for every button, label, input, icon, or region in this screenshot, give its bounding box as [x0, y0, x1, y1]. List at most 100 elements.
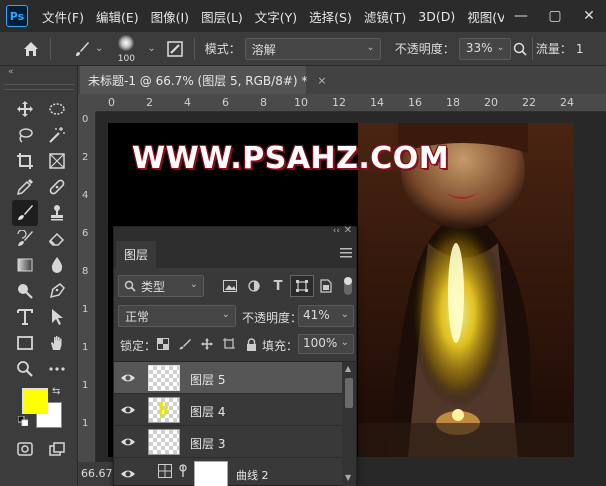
ruler-origin[interactable]	[78, 94, 96, 112]
layer-opacity-field[interactable]: 41% ⌄	[298, 305, 354, 327]
home-icon[interactable]	[18, 36, 44, 62]
gradient-icon[interactable]	[12, 252, 38, 278]
brush-settings-icon[interactable]	[162, 36, 188, 62]
type-icon[interactable]	[12, 304, 38, 330]
rectangle-icon[interactable]	[12, 330, 38, 356]
brush-preset-icon[interactable]	[69, 36, 95, 62]
chevron-down-icon: ⌄	[366, 41, 375, 53]
menu-layer[interactable]: 图层(L)	[195, 7, 249, 26]
layer-filter-select[interactable]: 类型 ⌄	[118, 275, 204, 297]
mode-select[interactable]: 溶解 ⌄	[244, 37, 381, 60]
pressure-opacity-icon[interactable]	[511, 36, 529, 62]
layer-row[interactable]: 图层 3	[114, 426, 342, 458]
menu-select[interactable]: 选择(S)	[303, 7, 358, 26]
minimize-button[interactable]: —	[504, 0, 538, 32]
panel-grip[interactable]	[4, 84, 74, 90]
quick-mask-icon[interactable]	[12, 436, 38, 462]
horizontal-ruler[interactable]: 0 2 4 6 8 10 12 14 16 18 20 22 24	[96, 94, 606, 112]
ruler-label: 10	[294, 96, 308, 109]
dodge-icon[interactable]	[12, 278, 38, 304]
panel-header-strip[interactable]: ‹‹ ✕	[114, 225, 356, 240]
blend-mode-value: 正常	[125, 310, 150, 324]
collapse-panel-icon[interactable]: ‹‹	[333, 226, 340, 236]
ruler-label: 4	[82, 190, 89, 201]
brush-icon[interactable]	[12, 200, 38, 226]
healing-icon[interactable]	[44, 174, 70, 200]
blur-icon[interactable]	[44, 252, 70, 278]
fill-field[interactable]: 100% ⌄	[298, 334, 354, 354]
eye-icon[interactable]	[120, 435, 136, 449]
eye-icon[interactable]	[120, 403, 136, 417]
collapse-icon[interactable]: «	[8, 67, 14, 77]
scroll-down-icon[interactable]: ▼	[345, 473, 351, 482]
close-window-button[interactable]: ✕	[572, 0, 606, 32]
eye-icon[interactable]	[120, 371, 136, 385]
chevron-down-icon[interactable]: ⌄	[95, 43, 103, 54]
history-brush-icon[interactable]	[12, 226, 38, 252]
menu-image[interactable]: 图像(I)	[145, 7, 195, 26]
hand-icon[interactable]	[44, 330, 70, 356]
filter-pixel-icon[interactable]	[218, 275, 242, 297]
marquee-icon[interactable]	[44, 96, 70, 122]
blend-mode-select[interactable]: 正常 ⌄	[118, 305, 236, 327]
filter-shape-icon[interactable]	[290, 275, 314, 297]
document-tab[interactable]: 未标题-1 @ 66.7% (图层 5, RGB/8#) * ×	[80, 66, 327, 94]
menu-filter[interactable]: 滤镜(T)	[358, 7, 412, 26]
crop-icon[interactable]	[12, 148, 38, 174]
move-icon[interactable]	[12, 96, 38, 122]
lock-position-icon[interactable]	[196, 334, 218, 354]
lock-all-icon[interactable]	[240, 334, 262, 354]
maximize-button[interactable]: ▢	[538, 0, 572, 32]
lock-transparency-icon[interactable]	[152, 334, 174, 354]
lasso-icon[interactable]	[12, 122, 38, 148]
menu-3d[interactable]: 3D(D)	[412, 9, 461, 24]
layer-list: 图层 5 图层 4 图层 3 曲线 2	[114, 362, 342, 486]
path-select-icon[interactable]	[44, 304, 70, 330]
opacity-value: 33%	[465, 40, 493, 55]
layer-list-scrollbar[interactable]: ▲ ▼	[342, 362, 356, 486]
layer-mask-thumbnail[interactable]	[194, 461, 228, 486]
menu-type[interactable]: 文字(Y)	[249, 7, 303, 26]
filter-adjustment-icon[interactable]	[242, 275, 266, 297]
menu-file[interactable]: 文件(F)	[36, 7, 90, 26]
pen-icon[interactable]	[44, 278, 70, 304]
layer-row[interactable]: 图层 5	[114, 362, 342, 394]
lock-pixels-icon[interactable]	[174, 334, 196, 354]
zoom-icon[interactable]	[12, 356, 38, 382]
panel-menu-icon[interactable]	[340, 248, 352, 258]
filter-type-icon[interactable]: T	[266, 275, 290, 297]
stamp-icon[interactable]	[44, 200, 70, 226]
more-icon[interactable]	[44, 356, 70, 382]
scroll-up-icon[interactable]: ▲	[345, 364, 351, 373]
chevron-down-icon[interactable]: ⌄	[147, 43, 155, 54]
frame-icon[interactable]	[44, 148, 70, 174]
eraser-icon[interactable]	[44, 226, 70, 252]
eye-icon[interactable]	[120, 467, 136, 481]
brush-size-picker[interactable]: 100	[111, 34, 141, 64]
default-colors-icon[interactable]	[18, 416, 28, 426]
menu-edit[interactable]: 编辑(E)	[90, 7, 145, 26]
link-icon[interactable]	[178, 464, 188, 478]
screen-mode-icon[interactable]	[44, 436, 70, 462]
layer-row[interactable]: 图层 4	[114, 394, 342, 426]
magic-wand-icon[interactable]	[44, 122, 70, 148]
tab-layers[interactable]: 图层	[116, 241, 156, 268]
flow-value[interactable]: 1	[576, 42, 584, 56]
filter-smart-object-icon[interactable]	[314, 275, 338, 297]
vertical-ruler[interactable]: 0 2 4 6 8 1 1 1 1	[78, 112, 96, 486]
filter-toggle[interactable]	[344, 277, 352, 295]
swap-colors-icon[interactable]: ⇆	[52, 386, 60, 397]
lock-artboard-icon[interactable]	[218, 334, 240, 354]
close-tab-icon[interactable]: ×	[317, 74, 326, 87]
window-controls: — ▢ ✕	[504, 0, 606, 32]
layer-filter-row: 类型 ⌄ T	[118, 275, 354, 299]
zoom-level-status[interactable]: 66.67%	[78, 462, 118, 486]
mode-label: 模式：	[204, 42, 241, 56]
close-panel-icon[interactable]: ✕	[344, 225, 352, 236]
opacity-field[interactable]: 33% ⌄	[458, 37, 511, 60]
blend-row: 正常 ⌄ 不透明度： 41% ⌄	[118, 305, 354, 329]
eyedropper-icon[interactable]	[12, 174, 38, 200]
layer-row[interactable]: 曲线 2	[114, 458, 342, 486]
foreground-color-swatch[interactable]	[22, 388, 48, 414]
scrollbar-thumb[interactable]	[345, 378, 353, 408]
